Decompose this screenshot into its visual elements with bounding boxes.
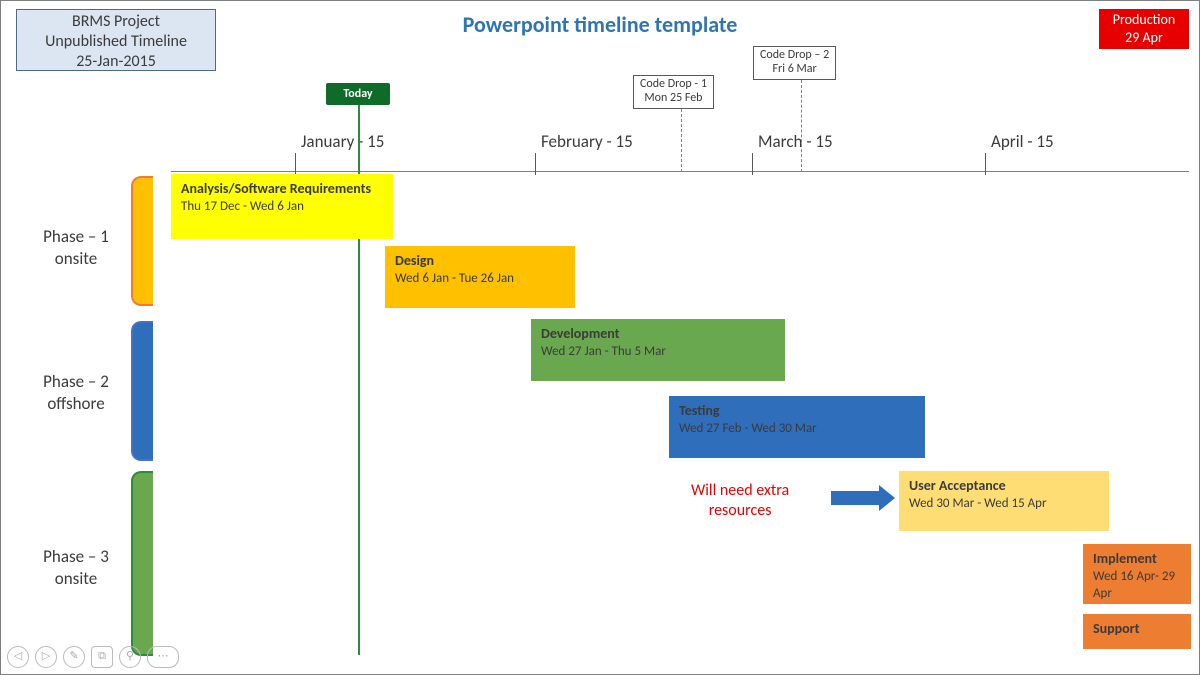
task-bar[interactable]: Development Wed 27 Jan - Thu 5 Mar [531,319,785,381]
production-label: Production [1099,11,1189,29]
timeline-axis [171,171,1189,172]
milestone-box: Code Drop - 1Mon 25 Feb [633,75,714,109]
phase-brace [131,471,153,656]
pen-icon[interactable]: ✎ [63,646,85,668]
annotation-arrow [831,491,879,505]
task-dates: Wed 30 Mar - Wed 15 Apr [909,496,1047,511]
task-dates: Thu 17 Dec - Wed 6 Jan [181,199,304,214]
milestone-line [801,80,802,172]
task-bar[interactable]: Testing Wed 27 Feb - Wed 30 Mar [669,396,925,458]
more-icon[interactable]: ⋯ [147,646,179,668]
production-date: 29 Apr [1099,29,1189,47]
task-bar[interactable]: Analysis/Software Requirements Thu 17 Dec… [171,174,393,239]
presentation-toolbar: ◁ ▷ ✎ ⧉ ⚲ ⋯ [7,646,179,668]
month-label: January - 15 [301,131,384,152]
slides-icon[interactable]: ⧉ [91,646,113,668]
page-title: Powerpoint timeline template [1,11,1199,38]
phase-label: Phase – 3onsite [26,546,126,590]
task-bar[interactable]: Design Wed 6 Jan - Tue 26 Jan [385,246,575,308]
resource-annotation: Will need extra resources [691,481,789,521]
zoom-icon[interactable]: ⚲ [119,646,141,668]
task-name: User Acceptance [909,477,1099,494]
task-name: Support [1093,620,1181,637]
phase-label: Phase – 1onsite [26,226,126,270]
next-slide-icon[interactable]: ▷ [35,646,57,668]
milestone-box: Code Drop – 2Fri 6 Mar [753,46,836,80]
milestone-line [681,109,682,172]
month-label: April - 15 [991,131,1054,152]
today-marker: Today [326,83,390,105]
task-dates: Wed 27 Feb - Wed 30 Mar [679,421,817,436]
phase-brace [131,321,153,461]
task-dates: Wed 16 Apr- 29 Apr [1093,569,1175,601]
task-name: Testing [679,402,915,419]
task-name: Development [541,325,775,342]
prev-slide-icon[interactable]: ◁ [7,646,29,668]
slide: BRMS Project Unpublished Timeline 25-Jan… [0,0,1200,675]
task-dates: Wed 27 Jan - Thu 5 Mar [541,344,666,359]
task-bar[interactable]: Support [1083,614,1191,649]
task-dates: Wed 6 Jan - Tue 26 Jan [395,271,514,286]
task-name: Analysis/Software Requirements [181,180,383,197]
phase-label: Phase – 2offshore [26,371,126,415]
annotation-arrow-head [879,485,895,511]
task-name: Design [395,252,565,269]
task-bar[interactable]: User Acceptance Wed 30 Mar - Wed 15 Apr [899,471,1109,531]
task-name: Implement [1093,550,1181,567]
phase-brace [131,176,153,306]
month-label: March - 15 [758,131,833,152]
task-bar[interactable]: Implement Wed 16 Apr- 29 Apr [1083,544,1191,604]
month-label: February - 15 [541,131,633,152]
timeline-date: 25-Jan-2015 [17,52,215,72]
production-badge: Production 29 Apr [1099,9,1189,49]
